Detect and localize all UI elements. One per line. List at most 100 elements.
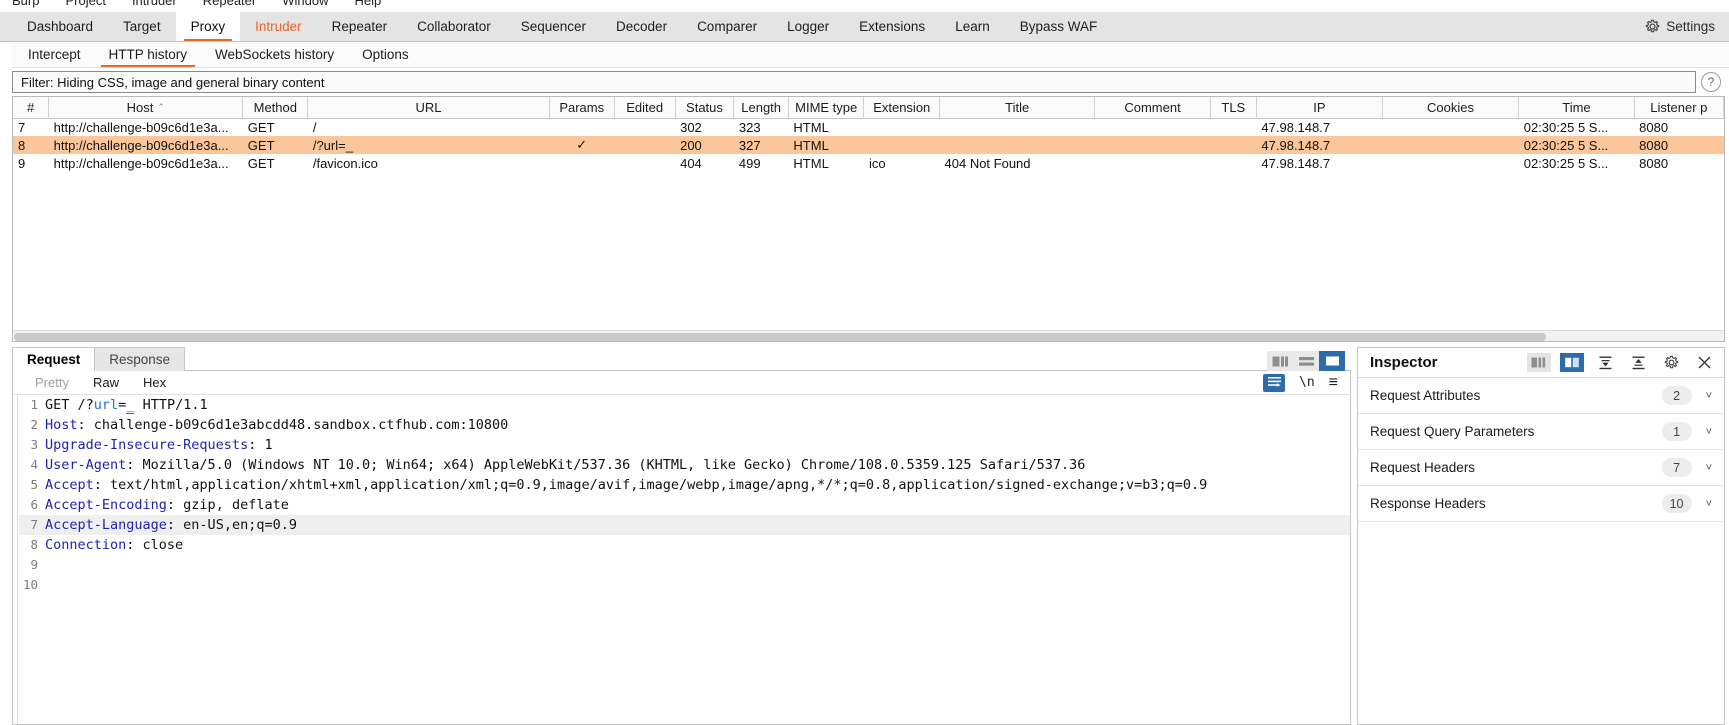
main-tab-strip[interactable]: Dashboard Target Proxy Intruder Repeater Coll… [0, 12, 1729, 42]
request-line-text[interactable]: Accept: text/html,application/xhtml+xml,… [45, 475, 1350, 495]
chevron-down-icon[interactable]: ˅ [1706, 426, 1712, 438]
request-line: 9 [19, 555, 1350, 575]
column-header-label: # [26, 99, 35, 115]
table-row[interactable]: 8 http://challenge-b09c6d1e3a... GET/?url=… [13, 136, 1724, 154]
column-header-params[interactable]: Params [549, 97, 615, 119]
main-tab-dashboard[interactable]: Dashboard [12, 12, 108, 41]
table-row[interactable]: 7 http://challenge-b09c6d1e3a... GET / 302 32… [13, 118, 1724, 136]
application-menubar[interactable]: Burp Project Intruder Repeater Window Help [0, 0, 1729, 12]
main-tab-label: Collaborator [417, 19, 491, 34]
editor-menu-icon[interactable]: ≡ [1329, 374, 1338, 392]
request-line-text[interactable]: Connection: close [45, 535, 1350, 555]
expand-all-icon[interactable] [1626, 353, 1650, 372]
split-horizontal-icon[interactable] [1293, 351, 1319, 371]
message-tab-response[interactable]: Response [94, 347, 186, 371]
menu-item-help[interactable]: Help [354, 0, 381, 8]
editor-icon-group[interactable]: \n ≡ [1263, 373, 1350, 392]
sub-tab-options[interactable]: Options [348, 42, 423, 67]
column-header-status[interactable]: Status [675, 97, 735, 119]
column-header-label: Title [1005, 99, 1030, 115]
main-tab-comparer[interactable]: Comparer [682, 12, 772, 41]
request-line-text[interactable]: GET /?url=_ HTTP/1.1 [45, 395, 1350, 415]
message-tab-request[interactable]: Request [12, 347, 96, 371]
request-line: 4 User-Agent: Mozilla/5.0 (Windows NT 10.… [19, 455, 1350, 475]
main-tab-learn[interactable]: Learn [940, 12, 1005, 41]
split-vertical-icon[interactable] [1267, 351, 1293, 371]
column-header-listener-p[interactable]: Listener p [1634, 97, 1724, 119]
question-mark-icon[interactable]: ? [1701, 72, 1721, 92]
menu-item-window[interactable]: Window [282, 0, 328, 8]
sub-tab-http-history[interactable]: HTTP history [95, 42, 202, 67]
request-line-text[interactable]: Host: challenge-b09c6d1e3abcdd48.sandbox… [45, 415, 1350, 435]
filter-bar[interactable]: Filter: Hiding CSS, image and general bi… [12, 71, 1696, 93]
sub-tab-intercept[interactable]: Intercept [14, 42, 95, 67]
inspector-section-request-headers[interactable]: Request Headers 7 ˅ [1358, 450, 1724, 486]
main-tab-target[interactable]: Target [108, 12, 176, 41]
inspector-dock-left-icon[interactable] [1527, 353, 1551, 372]
inspector-section-response-headers[interactable]: Response Headers 10 ˅ [1358, 486, 1724, 522]
column-header-tls[interactable]: TLS [1210, 97, 1257, 119]
column-header-mime-type[interactable]: MIME type [788, 97, 865, 119]
column-header-comment[interactable]: Comment [1094, 97, 1211, 119]
main-tab-logger[interactable]: Logger [772, 12, 844, 41]
column-header-length[interactable]: Length [733, 97, 789, 119]
http-history-table[interactable]: # Host ⌃ Method URL Params Edited Status Length M… [13, 97, 1724, 341]
proxy-sub-tab-strip[interactable]: Intercept HTTP history WebSockets history O… [0, 42, 1729, 68]
request-token: : Mozilla/5.0 (Windows NT 10.0; Win64; x… [126, 457, 1086, 473]
inspector-dock-right-icon[interactable] [1560, 353, 1584, 372]
request-line-text[interactable]: Accept-Encoding: gzip, deflate [45, 495, 1350, 515]
request-line-text[interactable]: User-Agent: Mozilla/5.0 (Windows NT 10.0… [45, 455, 1350, 475]
inspector-header-icons[interactable] [1527, 353, 1716, 372]
main-tab-proxy[interactable]: Proxy [175, 12, 241, 41]
show-newlines-icon[interactable]: \n [1299, 375, 1315, 390]
column-header-url[interactable]: URL [307, 97, 550, 119]
table-row[interactable]: 9 http://challenge-b09c6d1e3a... GET/favic… [13, 154, 1724, 172]
menu-item-burp[interactable]: Burp [12, 0, 39, 8]
inspector-settings-gear-icon[interactable] [1659, 353, 1683, 372]
main-tab-repeater[interactable]: Repeater [317, 12, 403, 41]
inspector-section-label: Request Query Parameters [1370, 424, 1535, 439]
settings-button[interactable]: Settings [1635, 12, 1729, 41]
main-tab-collaborator[interactable]: Collaborator [402, 12, 506, 41]
table-header-row[interactable]: # Host ⌃ Method URL Params Edited Status Length M… [13, 97, 1724, 119]
collapse-all-icon[interactable] [1593, 353, 1617, 372]
history-horizontal-scrollbar[interactable] [13, 330, 1724, 341]
column-header-method[interactable]: Method [242, 97, 309, 119]
inspector-close-icon[interactable] [1692, 353, 1716, 372]
main-tab-bypass-waf[interactable]: Bypass WAF [1005, 12, 1113, 41]
main-tab-extensions[interactable]: Extensions [844, 12, 940, 41]
format-raw[interactable]: Raw [81, 375, 131, 390]
main-tab-decoder[interactable]: Decoder [601, 12, 682, 41]
format-hex[interactable]: Hex [131, 375, 178, 390]
request-editor[interactable]: 1 GET /?url=_ HTTP/1.1 2 Host: challenge-b0… [13, 395, 1350, 724]
chevron-down-icon[interactable]: ˅ [1706, 390, 1712, 402]
menu-item-intruder[interactable]: Intruder [132, 0, 177, 8]
column-header-time[interactable]: Time [1518, 97, 1635, 119]
scrollbar-thumb[interactable] [14, 333, 1546, 341]
format-pretty[interactable]: Pretty [23, 375, 81, 390]
column-header-[interactable]: # [13, 97, 50, 119]
column-header-extension[interactable]: Extension [863, 97, 941, 119]
menu-item-project[interactable]: Project [65, 0, 105, 8]
message-tabs[interactable]: Request Response [12, 347, 186, 371]
inspector-section-request-attributes[interactable]: Request Attributes 2 ˅ [1358, 378, 1724, 414]
layout-buttons-group[interactable] [1267, 351, 1351, 371]
main-tab-intruder[interactable]: Intruder [240, 12, 317, 41]
sub-tab-websockets-history[interactable]: WebSockets history [201, 42, 348, 67]
chevron-down-icon[interactable]: ˅ [1706, 462, 1712, 474]
column-header-edited[interactable]: Edited [614, 97, 676, 119]
lower-split-area: Request Response Pretty Raw Hex \n ≡ 1 G… [0, 342, 1729, 725]
inspector-section-request-query-parameters[interactable]: Request Query Parameters 1 ˅ [1358, 414, 1724, 450]
format-label: Pretty [35, 375, 69, 390]
main-tab-sequencer[interactable]: Sequencer [506, 12, 601, 41]
column-header-cookies[interactable]: Cookies [1382, 97, 1520, 119]
chevron-down-icon[interactable]: ˅ [1706, 498, 1712, 510]
word-wrap-icon[interactable] [1263, 373, 1285, 392]
column-header-title[interactable]: Title [939, 97, 1096, 119]
single-pane-icon[interactable] [1319, 351, 1345, 371]
request-line-text[interactable]: Accept-Language: en-US,en;q=0.9 [45, 515, 1350, 535]
menu-item-repeater[interactable]: Repeater [203, 0, 256, 8]
request-line-text[interactable]: Upgrade-Insecure-Requests: 1 [45, 435, 1350, 455]
column-header-host[interactable]: Host ⌃ [48, 97, 244, 119]
column-header-ip[interactable]: IP [1256, 97, 1383, 119]
